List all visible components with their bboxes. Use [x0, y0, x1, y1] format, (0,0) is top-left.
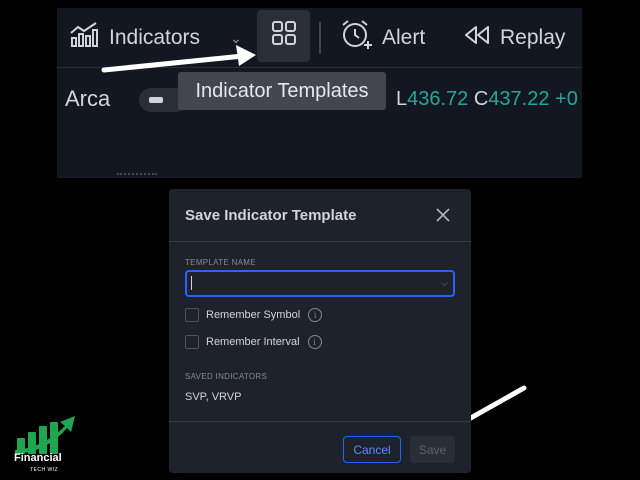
info-icon[interactable]: i: [307, 335, 322, 349]
save-template-dialog: Save Indicator Template TEMPLATE NAME ⌵ …: [169, 189, 471, 473]
cancel-button[interactable]: Cancel: [343, 436, 401, 463]
info-icon[interactable]: i: [308, 308, 323, 322]
dialog-footer: Cancel Save: [169, 421, 471, 473]
close-icon[interactable]: [434, 206, 452, 224]
saved-indicators-value: SVP, VRVP: [185, 391, 242, 403]
text-cursor: [191, 276, 192, 290]
remember-interval-checkbox[interactable]: [185, 335, 199, 349]
remember-symbol-option[interactable]: Remember Symbol i: [185, 308, 323, 322]
dialog-header: Save Indicator Template: [169, 189, 471, 242]
remember-symbol-checkbox[interactable]: [185, 308, 199, 322]
saved-indicators-label: SAVED INDICATORS: [185, 372, 268, 381]
template-name-label: TEMPLATE NAME: [185, 258, 256, 267]
chevron-down-icon[interactable]: ⌵: [441, 278, 448, 289]
logo-tagline: TECH WIZ: [30, 467, 59, 473]
remember-interval-label: Remember Interval: [206, 336, 300, 348]
remember-symbol-label: Remember Symbol: [206, 309, 301, 321]
logo-name: Financial: [14, 452, 62, 464]
template-name-input[interactable]: [185, 270, 455, 297]
dialog-title: Save Indicator Template: [185, 207, 357, 224]
pointer-arrow-icon: [101, 45, 256, 73]
remember-interval-option[interactable]: Remember Interval i: [185, 335, 322, 349]
save-button[interactable]: Save: [410, 436, 455, 463]
